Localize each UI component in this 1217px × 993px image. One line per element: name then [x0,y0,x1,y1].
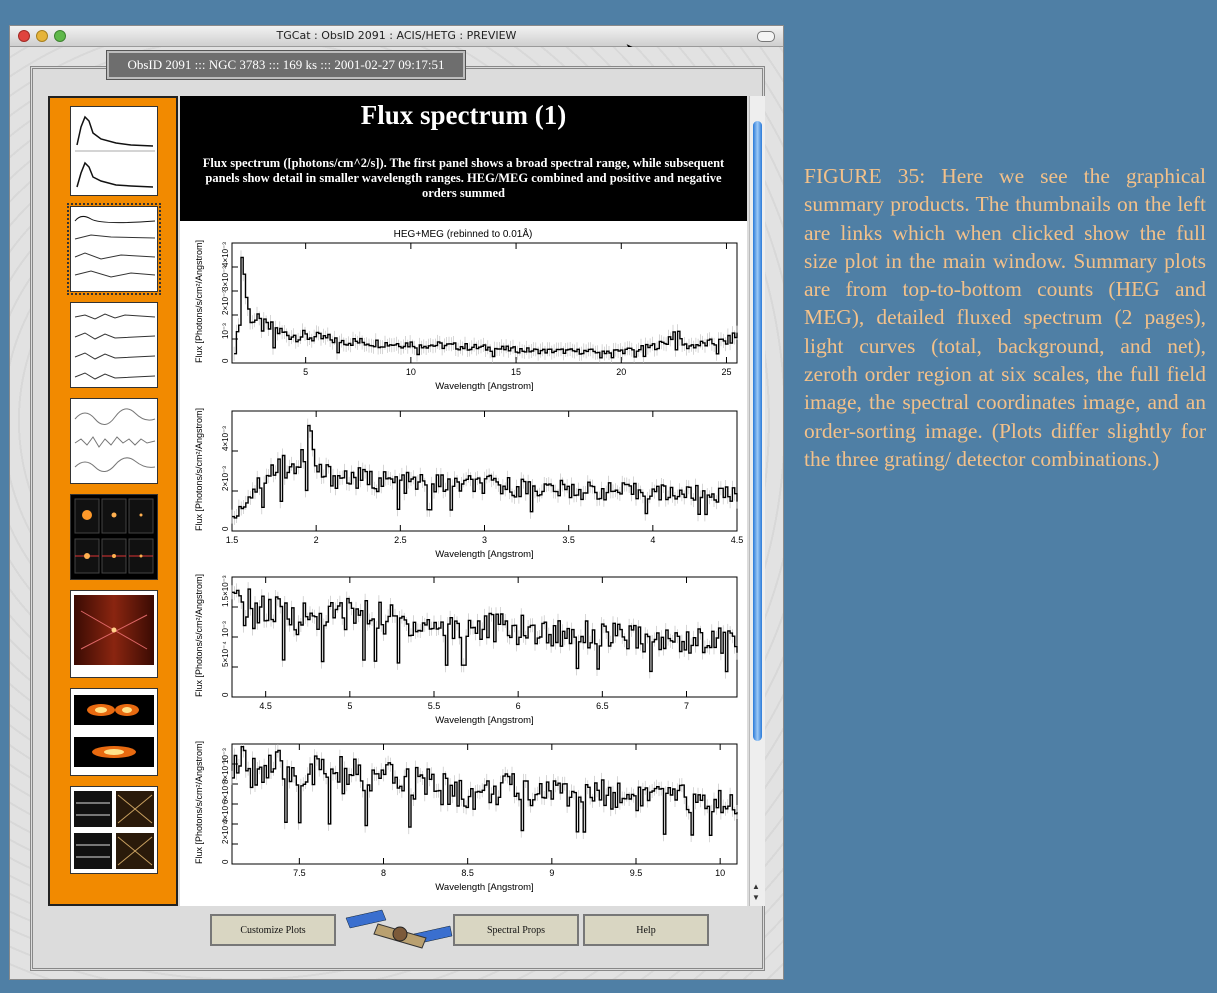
chandra-satellite-icon [345,909,453,949]
x-tick-label: 5.5 [428,701,441,711]
x-tick-label: 6.5 [596,701,609,711]
spectral-coords-thumbnail-icon [74,695,154,767]
zeroth-order-thumbnail-icon [74,498,154,574]
y-tick-label: 2×10⁻³ [221,466,230,491]
flux-thumbnail-icon [74,215,156,278]
spectral-props-button[interactable]: Spectral Props [453,914,579,946]
thumbnail-counts[interactable] [70,106,158,196]
y-tick-label: 10⁻³ [221,748,230,764]
x-tick-label: 10 [715,868,725,878]
help-button[interactable]: Help [583,914,709,946]
x-tick-label: 9 [549,868,554,878]
vertical-scrollbar[interactable]: ▲ ▼ [749,96,765,906]
x-tick-label: 10 [406,367,416,377]
thumbnail-spectral-coordinates[interactable] [70,688,158,776]
x-tick-label: 7 [684,701,689,711]
y-axis-label: Flux [Photons/s/cm²/Angstrom] [194,408,204,531]
x-tick-label: 5 [303,367,308,377]
x-tick-label: 3 [482,535,487,545]
x-tick-label: 3.5 [562,535,575,545]
flux-spectrum-plots: HEG+MEG (rebinned to 0.01Å) 5 10 15 20 25010… [194,227,744,893]
y-tick-label: 0 [221,526,230,531]
customize-plots-button[interactable]: Customize Plots [210,914,336,946]
x-tick-label: 8 [381,868,386,878]
x-tick-label: 4 [650,535,655,545]
x-tick-label: 7.5 [293,868,306,878]
y-tick-label: 4×10⁻³ [221,242,230,267]
x-tick-label: 6 [516,701,521,711]
error-bars [231,744,738,843]
x-tick-label: 2 [314,535,319,545]
x-tick-label: 25 [721,367,731,377]
plot-frame [231,743,738,865]
thumbnail-sidebar [48,96,178,906]
spectrum-series [232,424,738,519]
full-field-thumbnail-icon [74,595,154,665]
plot-description: Flux spectrum ([photons/cm^2/s]). The fi… [202,156,725,200]
thumbnail-flux-page1[interactable] [67,203,161,295]
toolbar-toggle-icon[interactable] [757,31,775,42]
y-tick-label: 5×10⁻⁴ [221,641,230,667]
y-tick-label: 3×10⁻³ [221,266,230,291]
x-tick-label: 15 [511,367,521,377]
tgcat-window: TGCat : ObsID 2091 : ACIS/HETG : PREVIEW… [9,25,784,980]
x-tick-label: 20 [616,367,626,377]
y-tick-label: 0 [221,692,230,697]
lightcurve-thumbnail-icon [74,408,156,472]
thumbnail-light-curves[interactable] [70,398,158,484]
x-axis-label: Wavelength [Angstrom] [435,381,533,392]
y-tick-label: 2×10⁻³ [221,290,230,315]
main-preview-panel: Flux spectrum (1) Flux spectrum ([photon… [180,96,747,906]
flux2-thumbnail-icon [74,313,156,380]
observation-tab[interactable]: ObsID 2091 ::: NGC 3783 ::: 169 ks ::: 2… [107,51,465,79]
y-tick-label: 4×10⁻³ [221,426,230,451]
thumbnail-order-sorting[interactable] [70,786,158,874]
x-axis-label: Wavelength [Angstrom] [435,715,533,726]
x-tick-label: 5 [347,701,352,711]
y-axis-label: Flux [Photons/s/cm²/Angstrom] [194,741,204,864]
scrollbar-thumb[interactable] [753,121,762,741]
x-tick-label: 1.5 [226,535,239,545]
scroll-down-icon[interactable]: ▼ [752,893,760,902]
order-sorting-thumbnail-icon [74,791,154,869]
x-tick-label: 8.5 [461,868,474,878]
thumbnail-flux-page2[interactable] [70,302,158,388]
y-axis-label: Flux [Photons/s/cm²/Angstrom] [194,240,204,363]
scroll-up-icon[interactable]: ▲ [752,882,760,891]
counts-thumbnail-icon [75,115,155,188]
page-title: Flux spectrum (1) [360,100,567,130]
plot-title: HEG+MEG (rebinned to 0.01Å) [394,227,533,240]
window-title: TGCat : ObsID 2091 : ACIS/HETG : PREVIEW [276,29,517,42]
title-bar[interactable]: TGCat : ObsID 2091 : ACIS/HETG : PREVIEW [10,26,783,47]
error-bars [231,582,738,679]
figure-caption: FIGURE 35: Here we see the graphical sum… [804,164,1206,471]
y-tick-label: 0 [221,859,230,864]
x-axis-label: Wavelength [Angstrom] [435,882,533,893]
y-tick-label: 1.5×10⁻³ [221,575,230,607]
thumbnail-zeroth-order[interactable] [70,494,158,580]
x-tick-label: 4.5 [731,535,744,545]
x-tick-label: 4.5 [259,701,272,711]
y-axis-label: Flux [Photons/s/cm²/Angstrom] [194,574,204,697]
y-tick-label: 0 [221,358,230,363]
x-tick-label: 9.5 [630,868,643,878]
y-tick-label: 10⁻³ [221,323,230,339]
thumbnail-full-field[interactable] [70,590,158,678]
plot-header: Flux spectrum (1) Flux spectrum ([photon… [180,96,747,221]
x-tick-label: 2.5 [394,535,407,545]
y-tick-label: 10⁻³ [221,621,230,637]
x-axis-label: Wavelength [Angstrom] [435,549,533,560]
